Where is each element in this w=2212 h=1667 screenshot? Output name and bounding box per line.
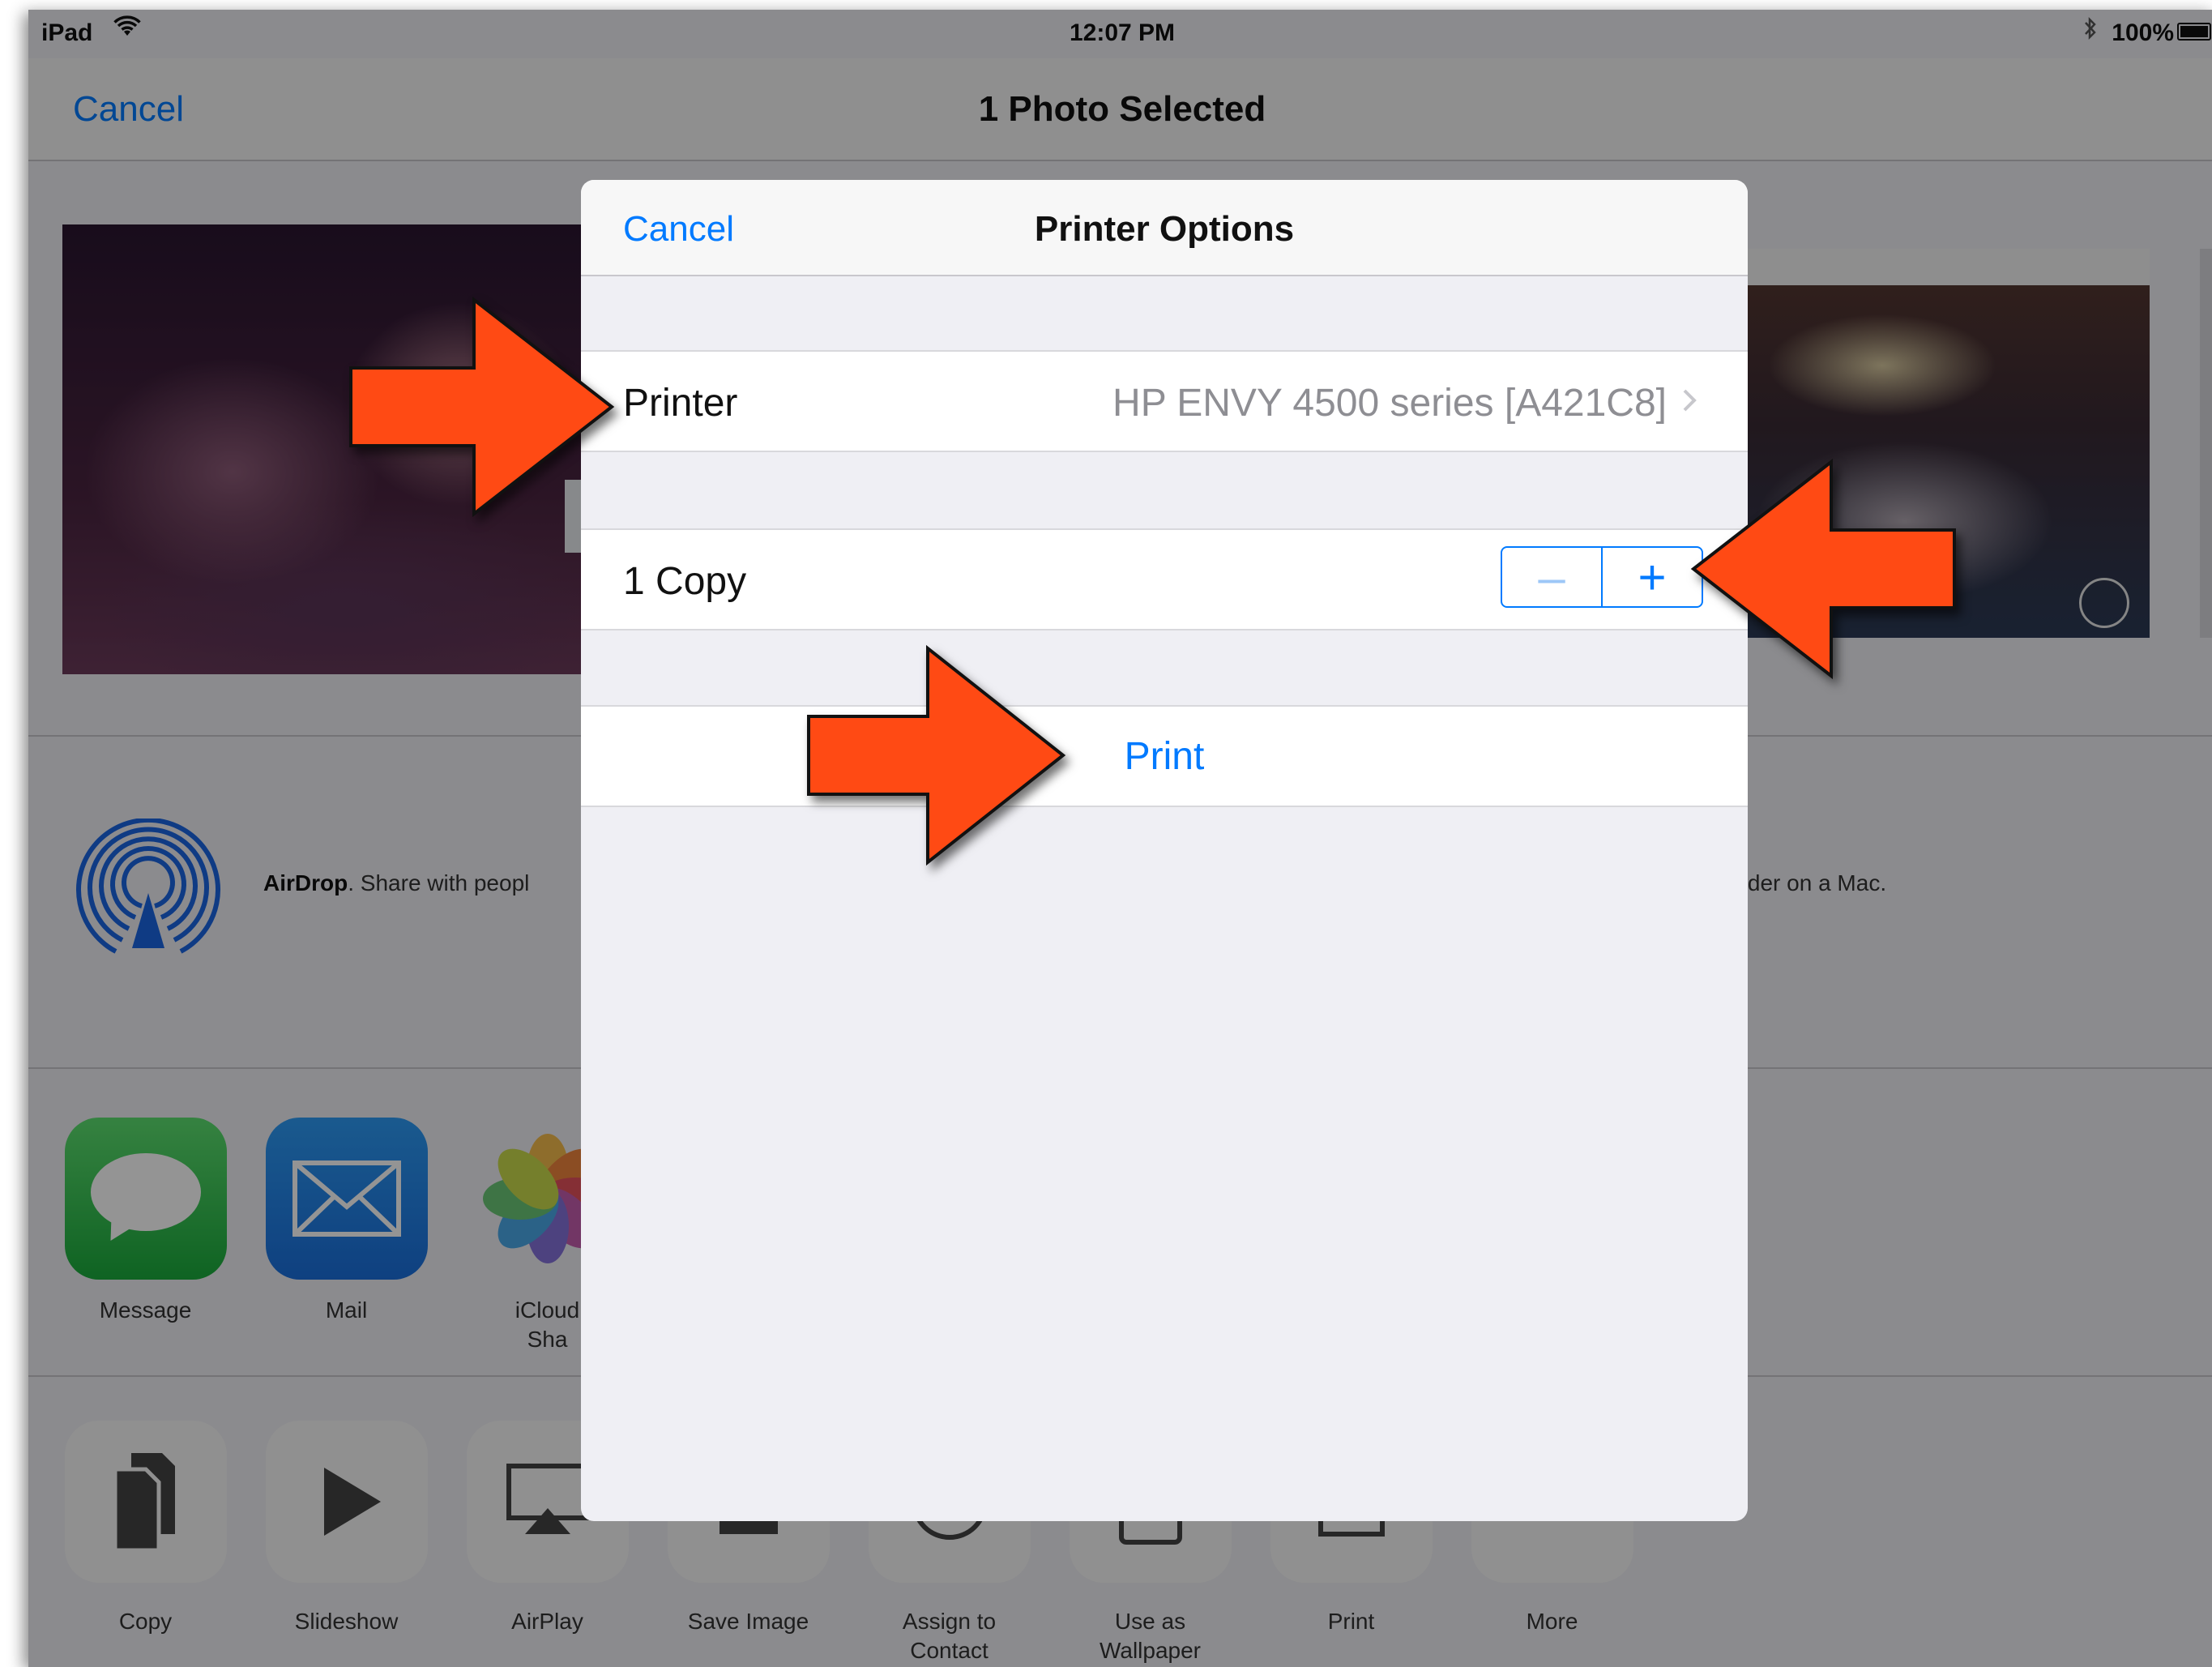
printer-label: Printer (623, 382, 738, 425)
dialog-title: Printer Options (1034, 209, 1295, 249)
ipad-screen: iPad 12:07 PM 100% Cancel 1 Photo Select… (28, 10, 2212, 1667)
printer-row[interactable]: Printer HP ENVY 4500 series [A421C8] (581, 350, 1748, 452)
annotation-arrow-left-stepper (1690, 458, 1956, 680)
printer-value: HP ENVY 4500 series [A421C8] (1112, 382, 1667, 425)
copies-label: 1 Copy (623, 560, 747, 603)
copies-row: 1 Copy – + (581, 528, 1748, 630)
print-row[interactable]: Print (581, 705, 1748, 807)
chevron-right-icon (1673, 384, 1706, 417)
decrement-button[interactable]: – (1502, 548, 1603, 606)
print-button[interactable]: Print (581, 734, 1748, 779)
annotation-arrow-right-print (807, 644, 1066, 866)
annotation-arrow-right-printer (349, 296, 615, 518)
copies-stepper[interactable]: – + (1501, 546, 1703, 608)
dialog-header: Cancel Printer Options (581, 180, 1748, 276)
printer-options-dialog: Cancel Printer Options Printer HP ENVY 4… (581, 180, 1748, 1521)
